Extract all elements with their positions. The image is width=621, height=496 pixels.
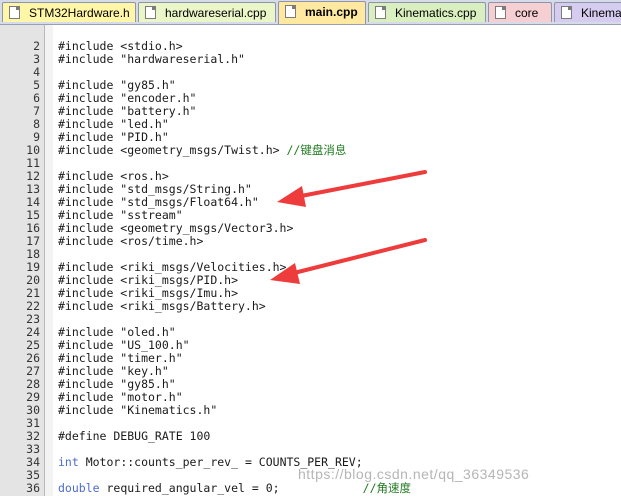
watermark: https://blog.csdn.net/qq_36349536 [298, 466, 530, 482]
arrow-to-pid [270, 238, 427, 284]
arrow-to-float64 [277, 170, 427, 207]
annotation-overlay [270, 170, 427, 284]
